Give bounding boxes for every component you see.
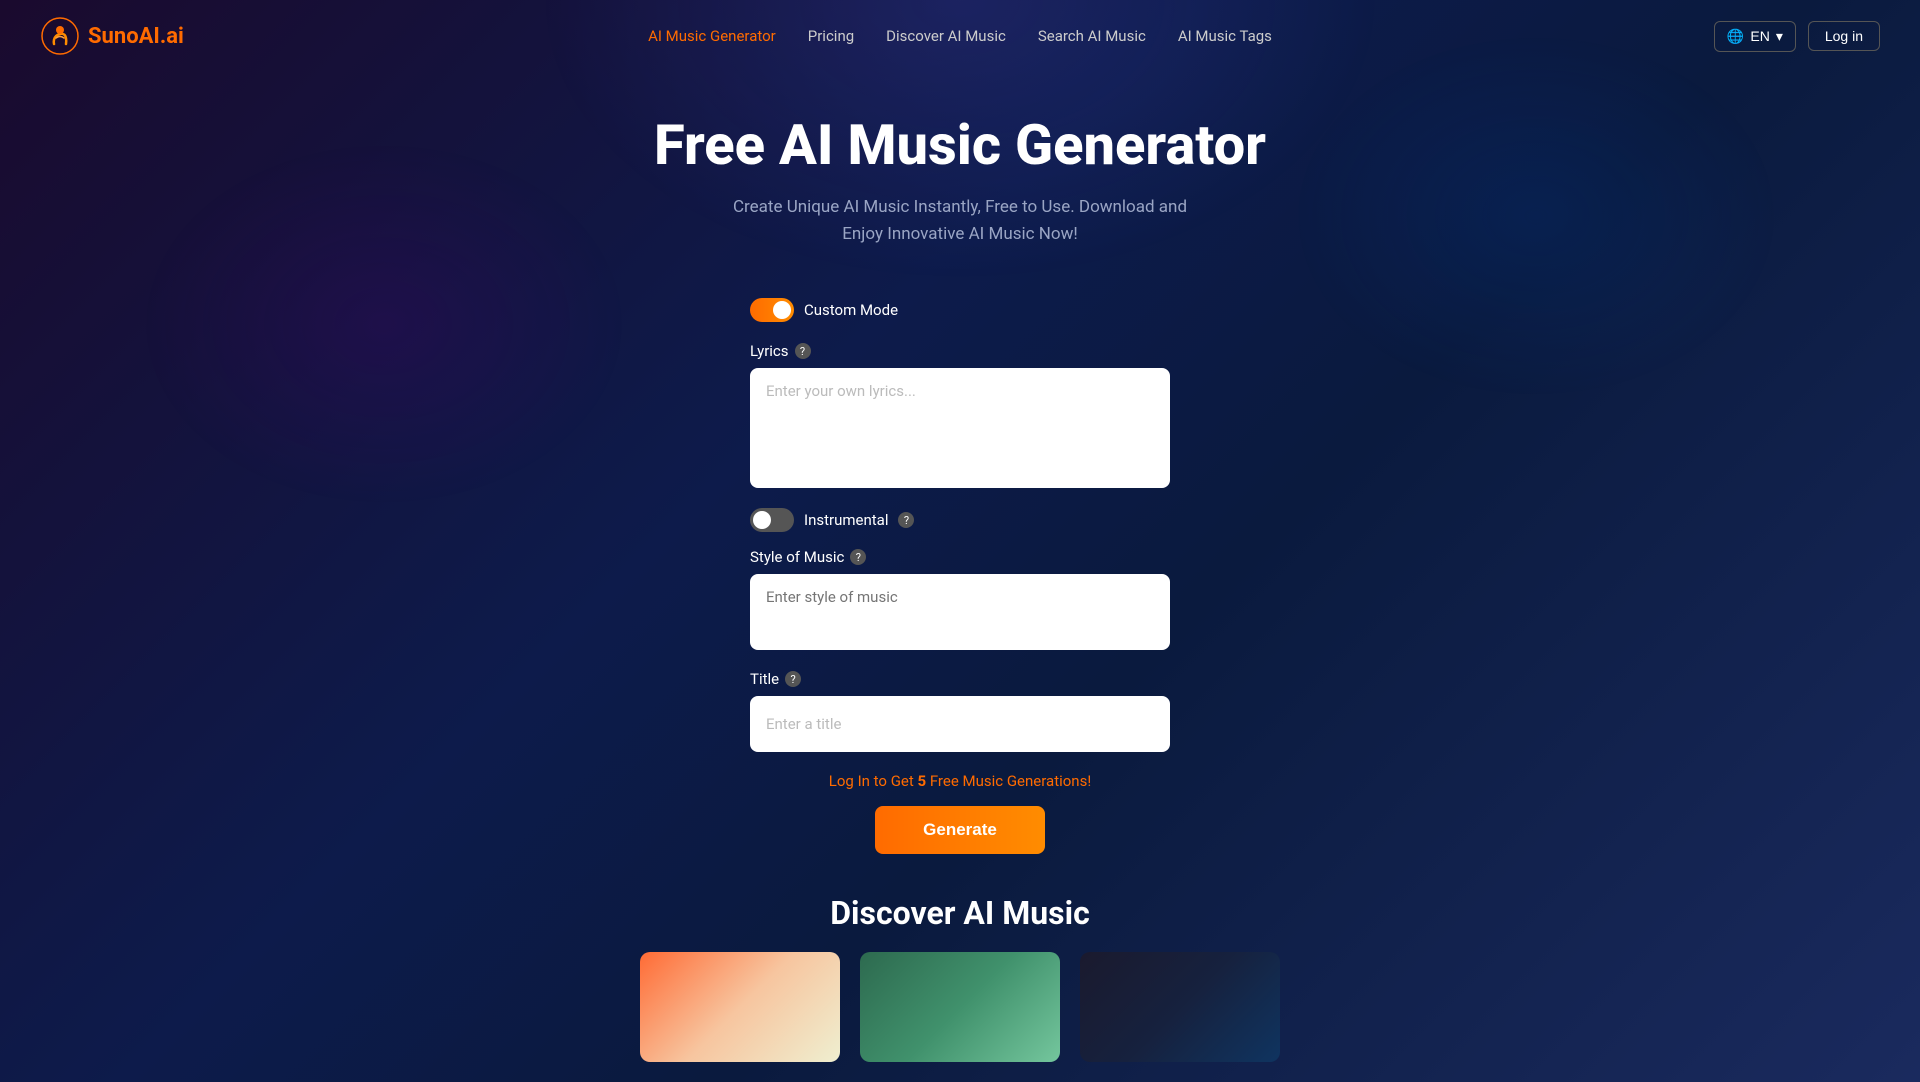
style-label: Style of Music [750, 548, 844, 566]
promo-count: 5 [918, 772, 927, 790]
custom-mode-slider [750, 298, 794, 322]
instrumental-label: Instrumental [804, 511, 888, 529]
logo-icon [40, 16, 80, 56]
title-label: Title [750, 670, 779, 688]
hero-subtitle: Create Unique AI Music Instantly, Free t… [20, 194, 1900, 248]
music-generator-form: Custom Mode Lyrics ? Instrumental ? Styl… [730, 298, 1190, 854]
lyrics-label: Lyrics [750, 342, 789, 360]
navbar: SunoAI.ai AI Music Generator Pricing Dis… [0, 0, 1920, 72]
login-button[interactable]: Log in [1808, 21, 1880, 51]
style-label-row: Style of Music ? [750, 548, 1170, 566]
language-button[interactable]: 🌐 EN ▾ [1714, 21, 1796, 52]
lyrics-label-row: Lyrics ? [750, 342, 1170, 360]
style-help-icon[interactable]: ? [850, 549, 866, 565]
login-promo[interactable]: Log In to Get 5 Free Music Generations! [750, 772, 1170, 790]
hero-section: Free AI Music Generator Create Unique AI… [0, 72, 1920, 268]
lyrics-help-icon[interactable]: ? [795, 343, 811, 359]
music-card-2[interactable] [860, 952, 1060, 1062]
instrumental-toggle[interactable] [750, 508, 794, 532]
generate-button[interactable]: Generate [875, 806, 1045, 854]
lyrics-textarea[interactable] [750, 368, 1170, 488]
custom-mode-label: Custom Mode [804, 301, 898, 319]
globe-icon: 🌐 [1727, 28, 1744, 45]
discover-section: Discover AI Music [0, 894, 1920, 1082]
music-card-3[interactable] [1080, 952, 1280, 1062]
nav-pricing[interactable]: Pricing [808, 27, 854, 45]
hero-title: Free AI Music Generator [20, 112, 1900, 178]
chevron-down-icon: ▾ [1776, 28, 1783, 45]
title-label-row: Title ? [750, 670, 1170, 688]
nav-search-ai-music[interactable]: Search AI Music [1038, 27, 1146, 45]
custom-mode-toggle[interactable] [750, 298, 794, 322]
title-help-icon[interactable]: ? [785, 671, 801, 687]
nav-discover-ai-music[interactable]: Discover AI Music [886, 27, 1006, 45]
title-input[interactable] [750, 696, 1170, 752]
nav-ai-music-generator[interactable]: AI Music Generator [648, 27, 776, 45]
custom-mode-row: Custom Mode [750, 298, 1170, 322]
lang-label: EN [1750, 28, 1769, 44]
style-textarea[interactable] [750, 574, 1170, 650]
music-card-1[interactable] [640, 952, 840, 1062]
logo[interactable]: SunoAI.ai [40, 16, 184, 56]
instrumental-slider [750, 508, 794, 532]
instrumental-help-icon[interactable]: ? [898, 512, 914, 528]
nav-ai-music-tags[interactable]: AI Music Tags [1178, 27, 1272, 45]
music-cards [0, 952, 1920, 1062]
discover-title: Discover AI Music [0, 894, 1920, 932]
nav-right: 🌐 EN ▾ Log in [1714, 21, 1880, 52]
logo-suno: SunoAI.ai [88, 24, 184, 49]
instrumental-row: Instrumental ? [750, 508, 1170, 532]
nav-links: AI Music Generator Pricing Discover AI M… [648, 27, 1272, 45]
